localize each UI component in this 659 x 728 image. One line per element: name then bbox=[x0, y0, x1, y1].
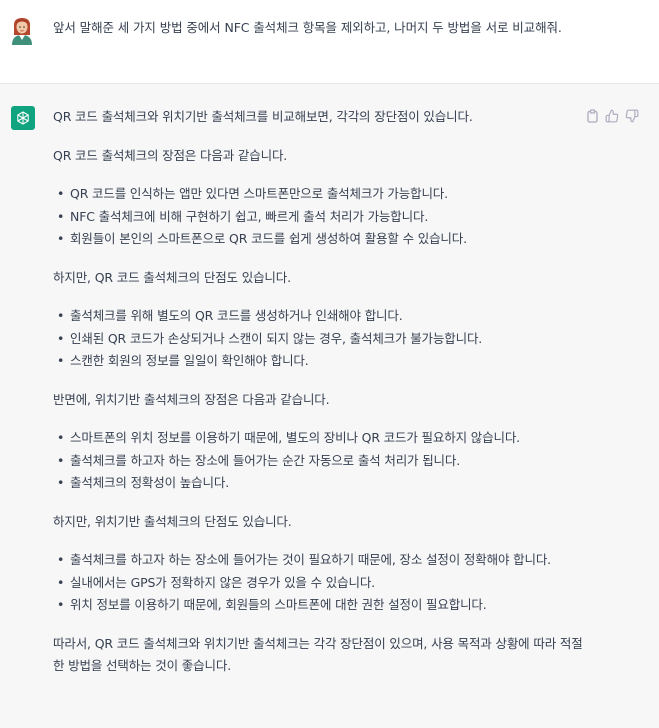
assistant-message-row: QR 코드 출석체크와 위치기반 출석체크를 비교해보면, 각각의 장단점이 있… bbox=[0, 84, 659, 728]
user-message-text: 앞서 말해준 세 가지 방법 중에서 NFC 출석체크 항목을 제외하고, 나머… bbox=[53, 20, 562, 35]
qr-pros-list: QR 코드를 인식하는 앱만 있다면 스마트폰만으로 출석체크가 가능합니다. … bbox=[53, 183, 583, 251]
list-item: 출석체크를 하고자 하는 장소에 들어가는 순간 자동으로 출석 처리가 됩니다… bbox=[53, 450, 583, 473]
location-cons-heading: 하지만, 위치기반 출석체크의 단점도 있습니다. bbox=[53, 513, 292, 529]
assistant-message-content: QR 코드 출석체크와 위치기반 출석체크를 비교해보면, 각각의 장단점이 있… bbox=[53, 106, 583, 678]
location-pros-heading: 반면에, 위치기반 출석체크의 장점은 다음과 같습니다. bbox=[53, 391, 330, 407]
list-item: 출석체크의 정확성이 높습니다. bbox=[53, 472, 583, 495]
list-item: 위치 정보를 이용하기 때문에, 회원들의 스마트폰에 대한 권한 설정이 필요… bbox=[53, 594, 583, 617]
list-item: 스마트폰의 위치 정보를 이용하기 때문에, 별도의 장비나 QR 코드가 필요… bbox=[53, 427, 583, 450]
qr-pros-heading: QR 코드 출석체크의 장점은 다음과 같습니다. bbox=[53, 147, 288, 163]
list-item: 실내에서는 GPS가 정확하지 않은 경우가 있을 수 있습니다. bbox=[53, 572, 583, 595]
location-cons-list: 출석체크를 하고자 하는 장소에 들어가는 것이 필요하기 때문에, 장소 설정… bbox=[53, 549, 583, 617]
thumbs-up-icon[interactable] bbox=[604, 108, 620, 124]
conclusion-paragraph: 따라서, QR 코드 출석체크와 위치기반 출석체크는 각각 장단점이 있으며,… bbox=[53, 635, 583, 674]
list-item: 인쇄된 QR 코드가 손상되거나 스캔이 되지 않는 경우, 출석체크가 불가능… bbox=[53, 328, 583, 351]
qr-cons-list: 출석체크를 위해 별도의 QR 코드를 생성하거나 인쇄해야 합니다. 인쇄된 … bbox=[53, 305, 583, 373]
thumbs-down-icon[interactable] bbox=[624, 108, 640, 124]
message-actions bbox=[584, 108, 640, 124]
list-item: 스캔한 회원의 정보를 일일이 확인해야 합니다. bbox=[53, 350, 583, 373]
user-avatar-icon bbox=[10, 15, 34, 45]
list-item: NFC 출석체크에 비해 구현하기 쉽고, 빠르게 출석 처리가 가능합니다. bbox=[53, 206, 583, 229]
intro-paragraph: QR 코드 출석체크와 위치기반 출석체크를 비교해보면, 각각의 장단점이 있… bbox=[53, 109, 473, 124]
list-item: QR 코드를 인식하는 앱만 있다면 스마트폰만으로 출석체크가 가능합니다. bbox=[53, 183, 583, 206]
qr-cons-heading: 하지만, QR 코드 출석체크의 단점도 있습니다. bbox=[53, 269, 291, 285]
location-pros-list: 스마트폰의 위치 정보를 이용하기 때문에, 별도의 장비나 QR 코드가 필요… bbox=[53, 427, 583, 495]
list-item: 회원들이 본인의 스마트폰으로 QR 코드를 쉽게 생성하여 활용할 수 있습니… bbox=[53, 228, 583, 251]
list-item: 출석체크를 위해 별도의 QR 코드를 생성하거나 인쇄해야 합니다. bbox=[53, 305, 583, 328]
list-item: 출석체크를 하고자 하는 장소에 들어가는 것이 필요하기 때문에, 장소 설정… bbox=[53, 549, 583, 572]
clipboard-icon[interactable] bbox=[584, 108, 600, 124]
openai-logo-icon bbox=[11, 106, 35, 130]
user-message-row: 앞서 말해준 세 가지 방법 중에서 NFC 출석체크 항목을 제외하고, 나머… bbox=[0, 0, 659, 84]
